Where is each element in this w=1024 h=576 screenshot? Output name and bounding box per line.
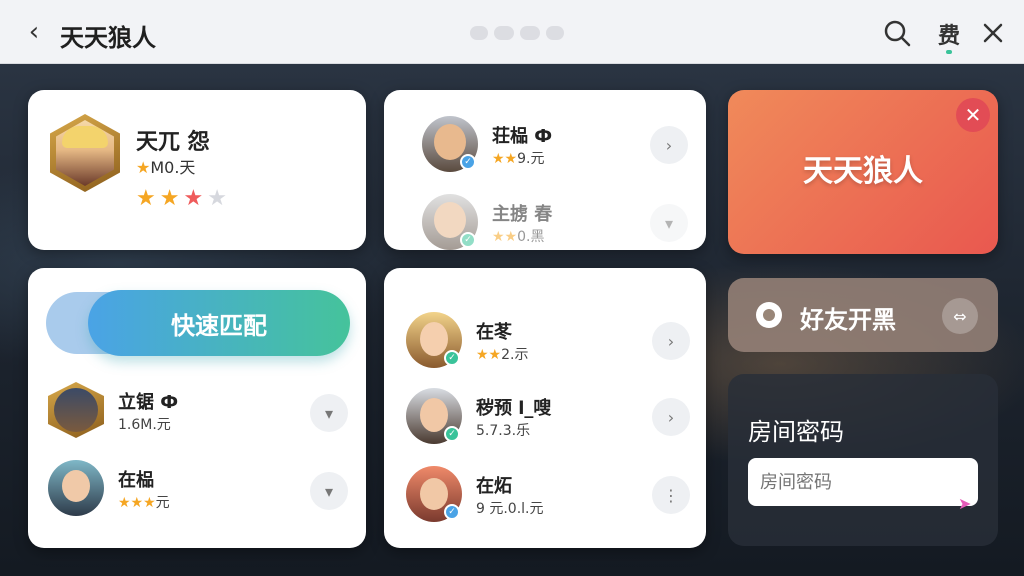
friend-name: 荘榀 Ф <box>492 126 553 147</box>
game-name: 天天狼人 <box>803 154 923 189</box>
more-label: 费 <box>937 24 960 49</box>
list-item[interactable]: ✓ 在炻 9 元.0.l.元 ⋮ <box>406 466 696 526</box>
verified-icon: ✓ <box>444 504 460 520</box>
game-tile[interactable]: 天天狼人 <box>728 90 998 254</box>
room-password-input[interactable] <box>748 458 978 506</box>
signal-icon[interactable]: ▾ <box>310 394 348 432</box>
back-icon[interactable]: ‹ <box>20 17 48 47</box>
chevron-icon[interactable]: › <box>650 126 688 164</box>
friend-name: 秽预 l_嗖 <box>476 398 552 419</box>
profile-name: 天兀 怨 <box>136 130 210 155</box>
friend-info: 9 元.0.l.元 <box>476 501 544 517</box>
signal-icon[interactable]: ▾ <box>650 204 688 242</box>
search-icon[interactable] <box>882 18 912 48</box>
list-item[interactable]: ✓ 荘榀 Ф ★★9.元 › <box>422 116 692 176</box>
signal-icon[interactable]: ▾ <box>310 472 348 510</box>
list-item[interactable]: ✓ 主掳 春 ★★0.黑 ▾ <box>422 194 692 250</box>
player-name: 立锯 Ф <box>118 392 179 413</box>
avatar <box>48 382 104 438</box>
verified-icon: ✓ <box>460 154 476 170</box>
player-name: 在榀 <box>118 470 154 491</box>
room-title: 房间密码 <box>748 418 844 446</box>
chevron-right-icon[interactable]: › <box>652 398 690 436</box>
friend-name: 在炻 <box>476 476 512 497</box>
chevron-right-icon[interactable]: › <box>652 322 690 360</box>
friend-info: ★★2.示 <box>476 347 529 363</box>
friends-list-top: ✓ 荘榀 Ф ★★9.元 › ✓ 主掳 春 ★★0.黑 ▾ <box>384 90 706 250</box>
friend-info: ★★0.黑 <box>492 229 545 245</box>
page-title: 天天狼人 <box>60 24 156 52</box>
friends-play-label: 好友开黑 <box>800 306 896 334</box>
cursor-icon: ➤ <box>958 494 972 513</box>
list-item[interactable]: ✓ 秽预 l_嗖 5.7.3.乐 › <box>406 388 696 448</box>
rating-stars: ★ ★ ★ ★ <box>136 186 227 211</box>
profile-card[interactable]: 天兀 怨 ★M0.天 ★ ★ ★ ★ <box>28 90 366 250</box>
flower-icon <box>756 302 782 328</box>
player-info: 1.6M.元 <box>118 417 171 433</box>
friends-play-button[interactable]: 好友开黑 ⇔ <box>728 278 998 352</box>
verified-icon: ✓ <box>444 426 460 442</box>
avatar <box>50 114 120 192</box>
verified-icon: ✓ <box>444 350 460 366</box>
friend-name: 在苳 <box>476 322 512 343</box>
friend-info: ★★9.元 <box>492 151 545 167</box>
verified-icon: ✓ <box>460 232 476 248</box>
list-item[interactable]: ✓ 在苳 ★★2.示 › <box>406 312 696 372</box>
friend-name: 主掳 春 <box>492 204 553 225</box>
player-info: ★★★元 <box>118 495 170 511</box>
quick-match-card: 快速匹配 立锯 Ф 1.6M.元 ▾ 在榀 ★★★元 ▾ <box>28 268 366 548</box>
list-item[interactable]: 在榀 ★★★元 ▾ <box>48 460 348 520</box>
quick-match-button[interactable]: 快速匹配 <box>88 290 350 356</box>
star-icon: ★ <box>136 158 151 177</box>
swap-icon[interactable]: ⇔ <box>942 298 978 334</box>
avatar <box>48 460 104 516</box>
profile-level: ★M0.天 <box>136 158 196 177</box>
room-password-panel: 房间密码 ➤ <box>728 374 998 546</box>
more-icon[interactable]: ⋮ <box>652 476 690 514</box>
close-icon[interactable] <box>980 20 1006 46</box>
more-button[interactable]: 费 <box>934 18 964 54</box>
friend-info: 5.7.3.乐 <box>476 423 531 439</box>
page-indicator <box>470 26 564 40</box>
top-bar: ‹ 天天狼人 费 <box>0 0 1024 64</box>
list-item[interactable]: 立锯 Ф 1.6M.元 ▾ <box>48 382 348 442</box>
friends-list: ✓ 在苳 ★★2.示 › ✓ 秽预 l_嗖 5.7.3.乐 › ✓ 在炻 9 元… <box>384 268 706 548</box>
